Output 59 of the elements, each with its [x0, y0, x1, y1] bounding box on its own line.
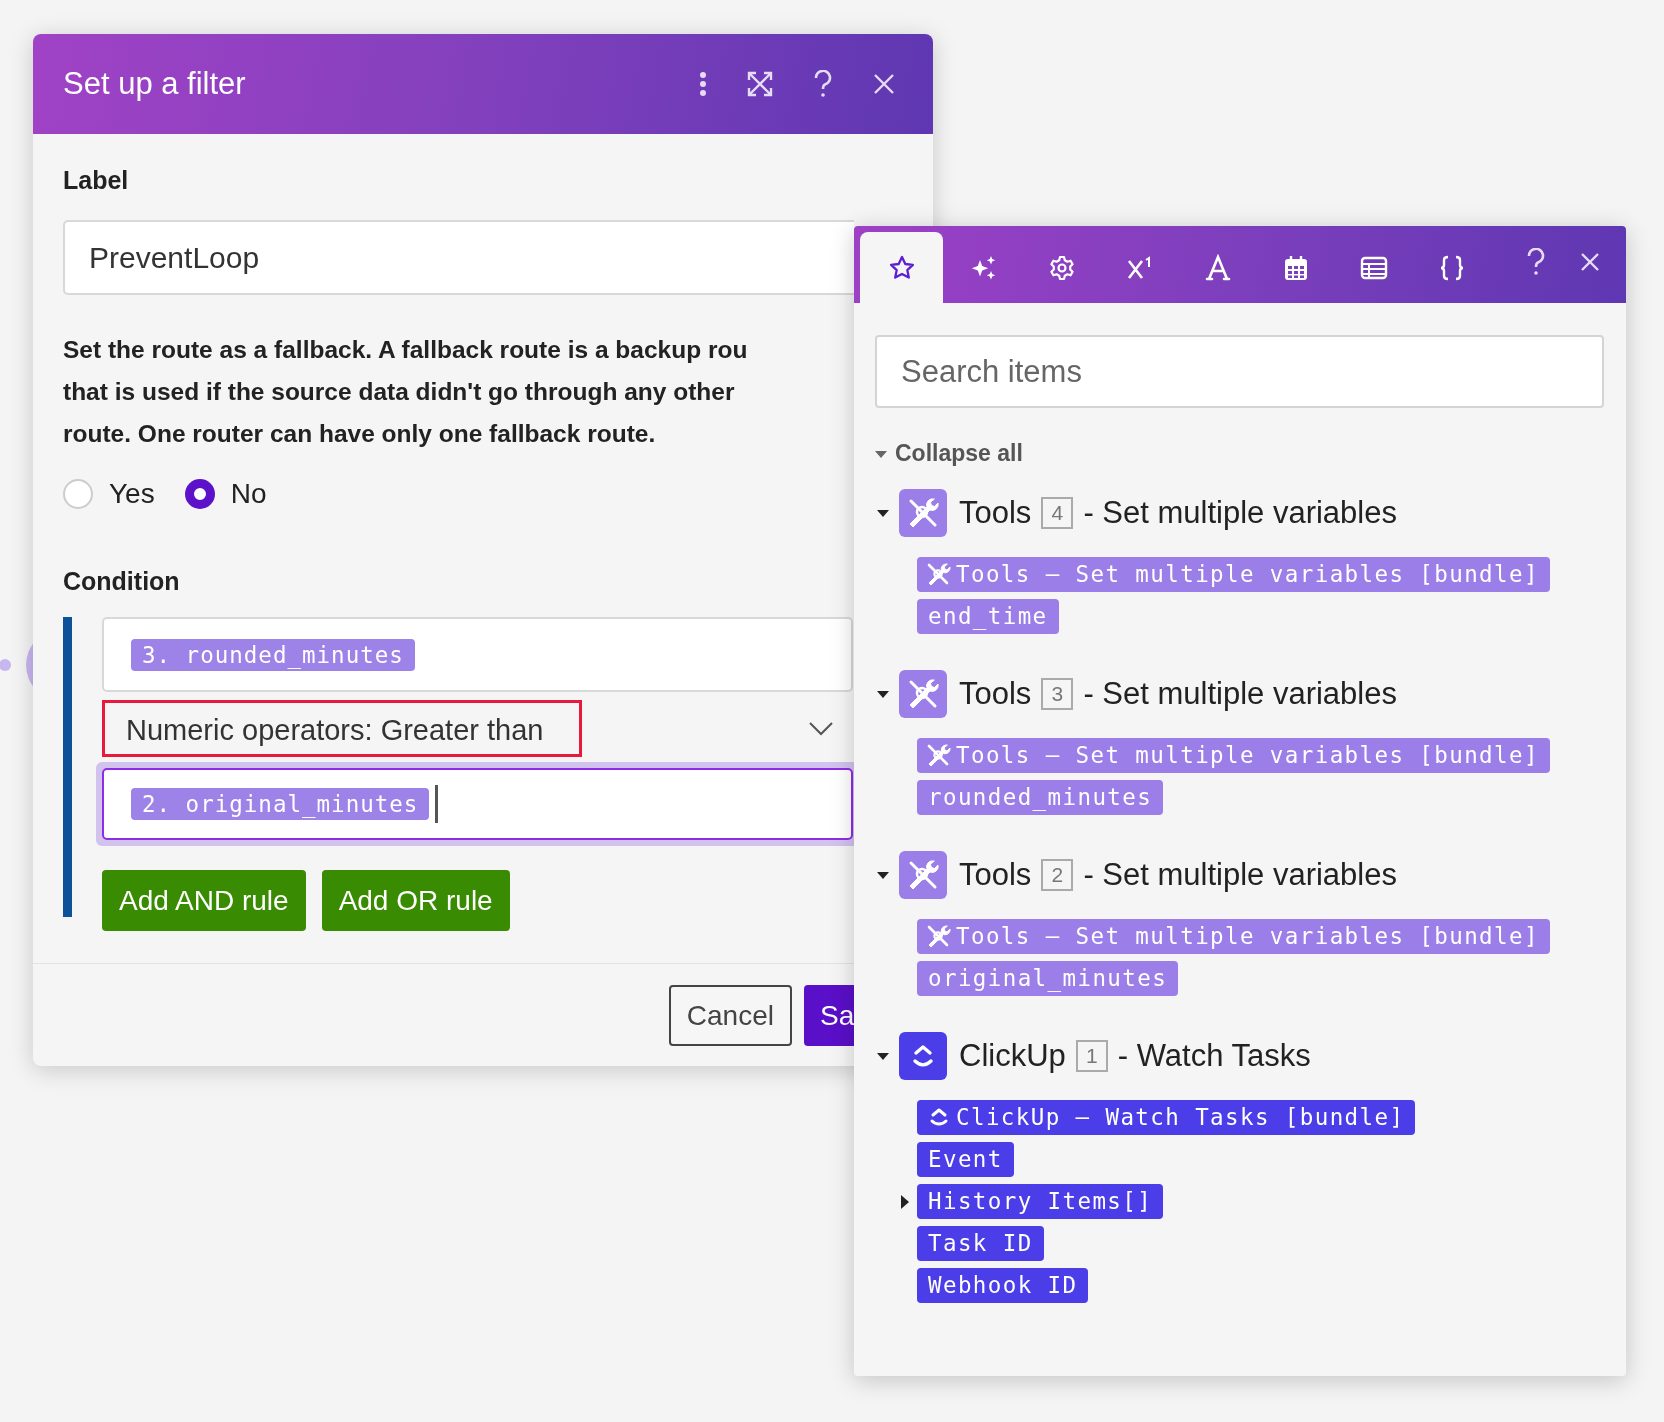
- save-button[interactable]: Sa: [804, 985, 854, 1046]
- chevron-down-icon[interactable]: [809, 721, 833, 736]
- caret-down-icon[interactable]: [877, 507, 889, 519]
- module-action: - Watch Tasks: [1117, 1038, 1311, 1074]
- collapse-all-link[interactable]: Collapse all: [875, 440, 1023, 467]
- tools-icon: [926, 742, 952, 769]
- description-text: route. One router can have only one fallback route.: [63, 419, 656, 449]
- dialog-title: Set up a filter: [63, 66, 247, 102]
- close-icon[interactable]: [1580, 251, 1600, 272]
- radio-button[interactable]: [184, 479, 215, 509]
- field-tag[interactable]: Event: [917, 1142, 1014, 1177]
- label-caption: Label: [63, 165, 130, 196]
- variable-tag: 3. rounded_minutes: [131, 638, 415, 671]
- tools-icon: [926, 561, 952, 588]
- tools-icon: [926, 923, 952, 950]
- help-icon[interactable]: [1526, 247, 1546, 276]
- star-icon: [887, 253, 916, 282]
- gear-icon: [1048, 253, 1076, 282]
- field-tag[interactable]: Webhook ID: [917, 1268, 1089, 1303]
- calendar-icon: [1282, 253, 1310, 282]
- bundle-tag[interactable]: ClickUp – Watch Tasks [bundle]: [917, 1100, 1416, 1135]
- caret-down-icon: [875, 450, 887, 459]
- add-rule-button[interactable]: Add OR rule: [321, 870, 510, 931]
- expand-icon[interactable]: [747, 71, 773, 97]
- module-action: - Set multiple variables: [1083, 495, 1397, 531]
- module-name: Tools: [959, 495, 1032, 531]
- description-text: Set the route as a fallback. A fallback route is a backup rou: [63, 335, 748, 365]
- field-tag[interactable]: History Items[]: [917, 1184, 1164, 1219]
- module-name: Tools: [959, 857, 1032, 893]
- search-field[interactable]: Search items: [875, 335, 1604, 408]
- caret-right-icon[interactable]: [901, 1194, 909, 1209]
- description-text: that is used if the source data didn't go through any other: [63, 377, 735, 407]
- text-cursor: [435, 785, 439, 823]
- variable-tag: 2. original_minutes: [131, 788, 430, 820]
- field-tag[interactable]: Task ID: [917, 1226, 1044, 1261]
- help-icon[interactable]: [813, 70, 833, 98]
- module-number: 2: [1041, 859, 1074, 891]
- toolbar-tab[interactable]: [860, 232, 943, 303]
- radio-label[interactable]: No: [230, 478, 267, 510]
- module-number: 3: [1041, 678, 1074, 710]
- caret-down-icon[interactable]: [877, 688, 889, 700]
- caret-down-icon[interactable]: [877, 869, 889, 881]
- text-icon: [1204, 253, 1232, 282]
- module-action: - Set multiple variables: [1083, 857, 1397, 893]
- module-number: 4: [1041, 497, 1074, 529]
- more-icon[interactable]: [699, 71, 707, 97]
- caret-down-icon[interactable]: [877, 1050, 889, 1062]
- close-icon[interactable]: [873, 73, 895, 95]
- radio-label[interactable]: Yes: [109, 478, 155, 510]
- module-name: Tools: [959, 676, 1032, 712]
- braces-icon: [1438, 253, 1466, 282]
- condition-caption: Condition: [63, 566, 181, 597]
- cancel-button[interactable]: Cancel: [668, 985, 792, 1046]
- add-rule-button[interactable]: Add AND rule: [102, 870, 306, 931]
- label-input[interactable]: PreventLoop: [63, 220, 854, 295]
- module-number: 1: [1075, 1040, 1108, 1072]
- operator-select[interactable]: Numeric operators: Greater than: [102, 700, 583, 757]
- module-name: ClickUp: [959, 1038, 1066, 1074]
- module-action: - Set multiple variables: [1083, 676, 1397, 712]
